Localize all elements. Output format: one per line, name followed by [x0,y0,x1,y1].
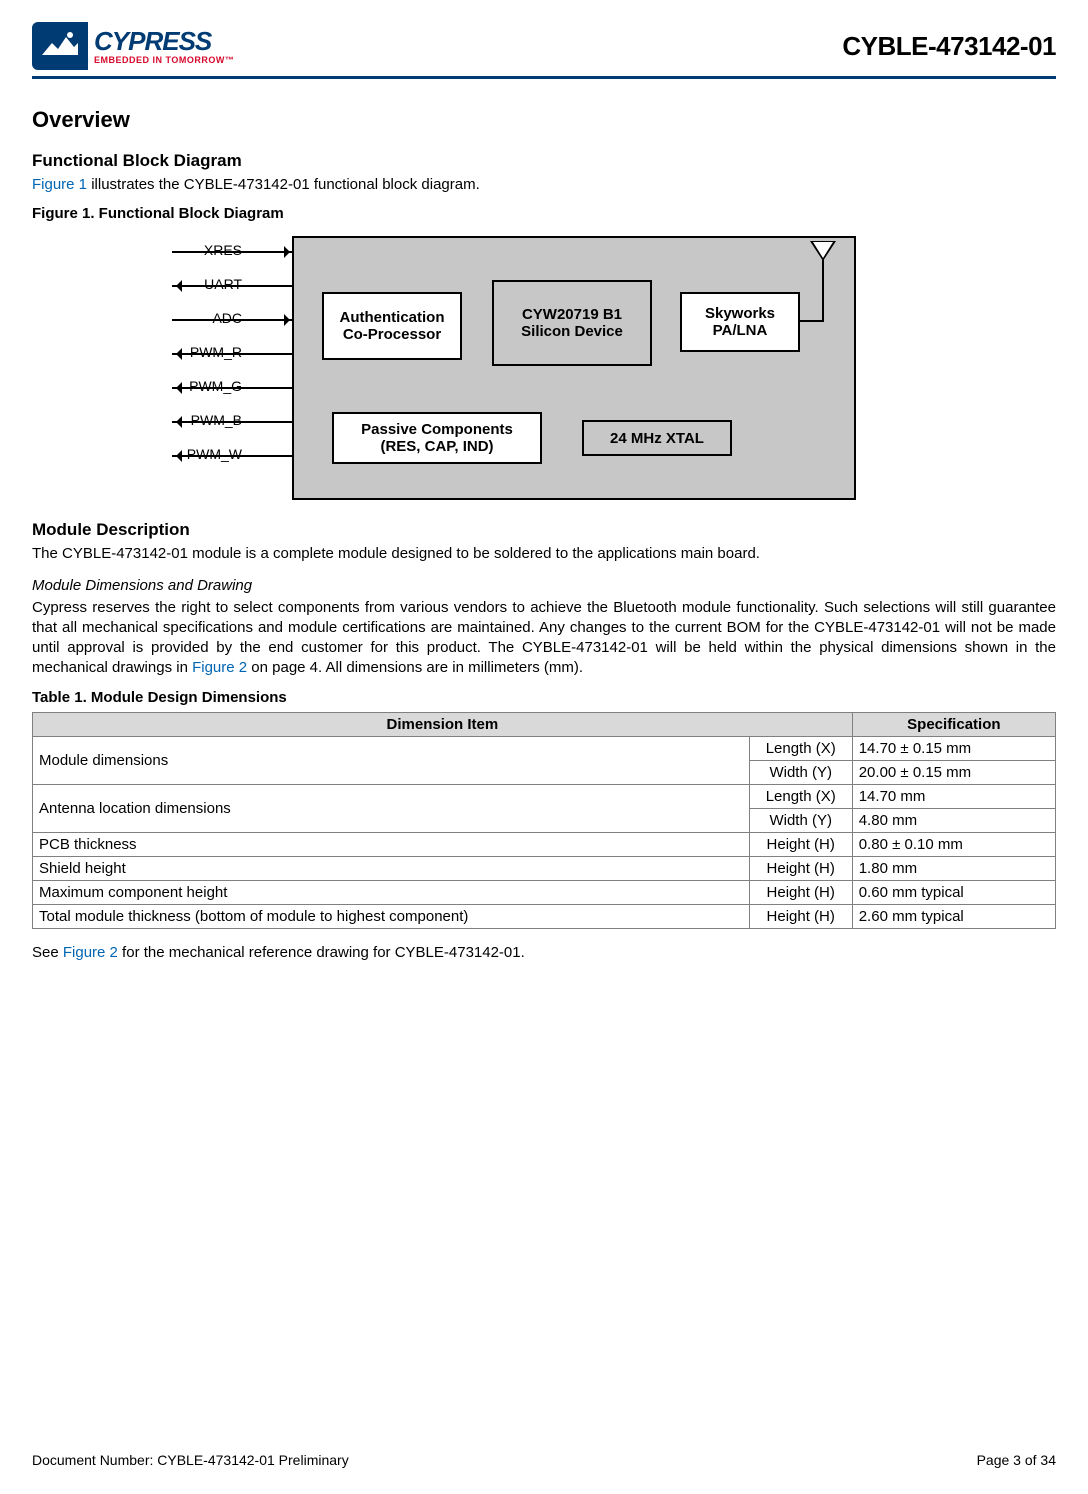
figure-1-title: Figure 1. Functional Block Diagram [32,205,1056,222]
arrow-pwm-b-icon [172,421,294,423]
table-row: Total module thickness (bottom of module… [33,904,1056,928]
table-row: Maximum component height Height (H) 0.60… [33,880,1056,904]
arrow-pwm-g-icon [172,387,294,389]
logo-word: CYPRESS [94,28,234,54]
page-header: CYPRESS EMBEDDED IN TOMORROW™ CYBLE-4731… [32,22,1056,70]
signal-xres: XRES [122,242,242,258]
antenna-mast-icon [822,260,824,322]
table-row: PCB thickness Height (H) 0.80 ± 0.10 mm [33,832,1056,856]
heading-functional-block-diagram: Functional Block Diagram [32,151,1056,171]
block-cyw20719: CYW20719 B1 Silicon Device [492,280,652,366]
part-number: CYBLE-473142-01 [842,31,1056,62]
heading-module-description: Module Description [32,520,1056,540]
page-footer: Document Number: CYBLE-473142-01 Prelimi… [32,1452,1056,1468]
logo-tagline: EMBEDDED IN TOMORROW™ [94,56,234,65]
signal-uart: UART [122,276,242,292]
block-skyworks-pa-lna: Skyworks PA/LNA [680,292,800,352]
document-number: Document Number: CYBLE-473142-01 Prelimi… [32,1452,349,1468]
table-row: Module dimensions Length (X) 14.70 ± 0.1… [33,736,1056,760]
heading-module-dimensions: Module Dimensions and Drawing [32,577,1056,594]
company-logo: CYPRESS EMBEDDED IN TOMORROW™ [32,22,234,70]
signal-pwm-b: PWM_B [122,412,242,428]
th-dimension-item: Dimension Item [33,712,853,736]
arrow-pwm-w-icon [172,455,294,457]
antenna-inner-icon [813,242,833,258]
signal-adc: ADC [122,310,242,326]
table-header-row: Dimension Item Specification [33,712,1056,736]
block-passive-components: Passive Components (RES, CAP, IND) [332,412,542,464]
arrow-pwm-r-icon [172,353,294,355]
fig1-intro: Figure 1 illustrates the CYBLE-473142-01… [32,175,1056,195]
table-module-design-dimensions: Dimension Item Specification Module dime… [32,712,1056,929]
arrow-uart-icon [172,285,294,287]
arrow-adc-icon [172,319,294,321]
block-24mhz-xtal: 24 MHz XTAL [582,420,732,456]
header-rule [32,76,1056,79]
antenna-feed-icon [800,320,824,322]
table-row: Antenna location dimensions Length (X) 1… [33,784,1056,808]
heading-overview: Overview [32,107,1056,133]
table-1-title: Table 1. Module Design Dimensions [32,689,1056,706]
signal-pwm-r: PWM_R [122,344,242,360]
functional-block-diagram: XRES UART ADC PWM_R PWM_G PWM_B PWM_W Au… [122,236,852,496]
module-dimensions-text: Cypress reserves the right to select com… [32,598,1056,679]
figure-2-xref[interactable]: Figure 2 [192,659,247,676]
signal-pwm-w: PWM_W [122,446,242,462]
signal-pwm-g: PWM_G [122,378,242,394]
see-figure-2-text: See Figure 2 for the mechanical referenc… [32,943,1056,963]
figure-2-xref-2[interactable]: Figure 2 [63,944,118,961]
logo-icon [32,22,88,70]
figure-1-xref[interactable]: Figure 1 [32,176,87,193]
arrow-xres-icon [172,251,294,253]
table-row: Shield height Height (H) 1.80 mm [33,856,1056,880]
module-description-text: The CYBLE-473142-01 module is a complete… [32,544,1056,564]
page-number: Page 3 of 34 [977,1452,1056,1468]
block-auth-coprocessor: Authentication Co-Processor [322,292,462,360]
th-specification: Specification [852,712,1055,736]
